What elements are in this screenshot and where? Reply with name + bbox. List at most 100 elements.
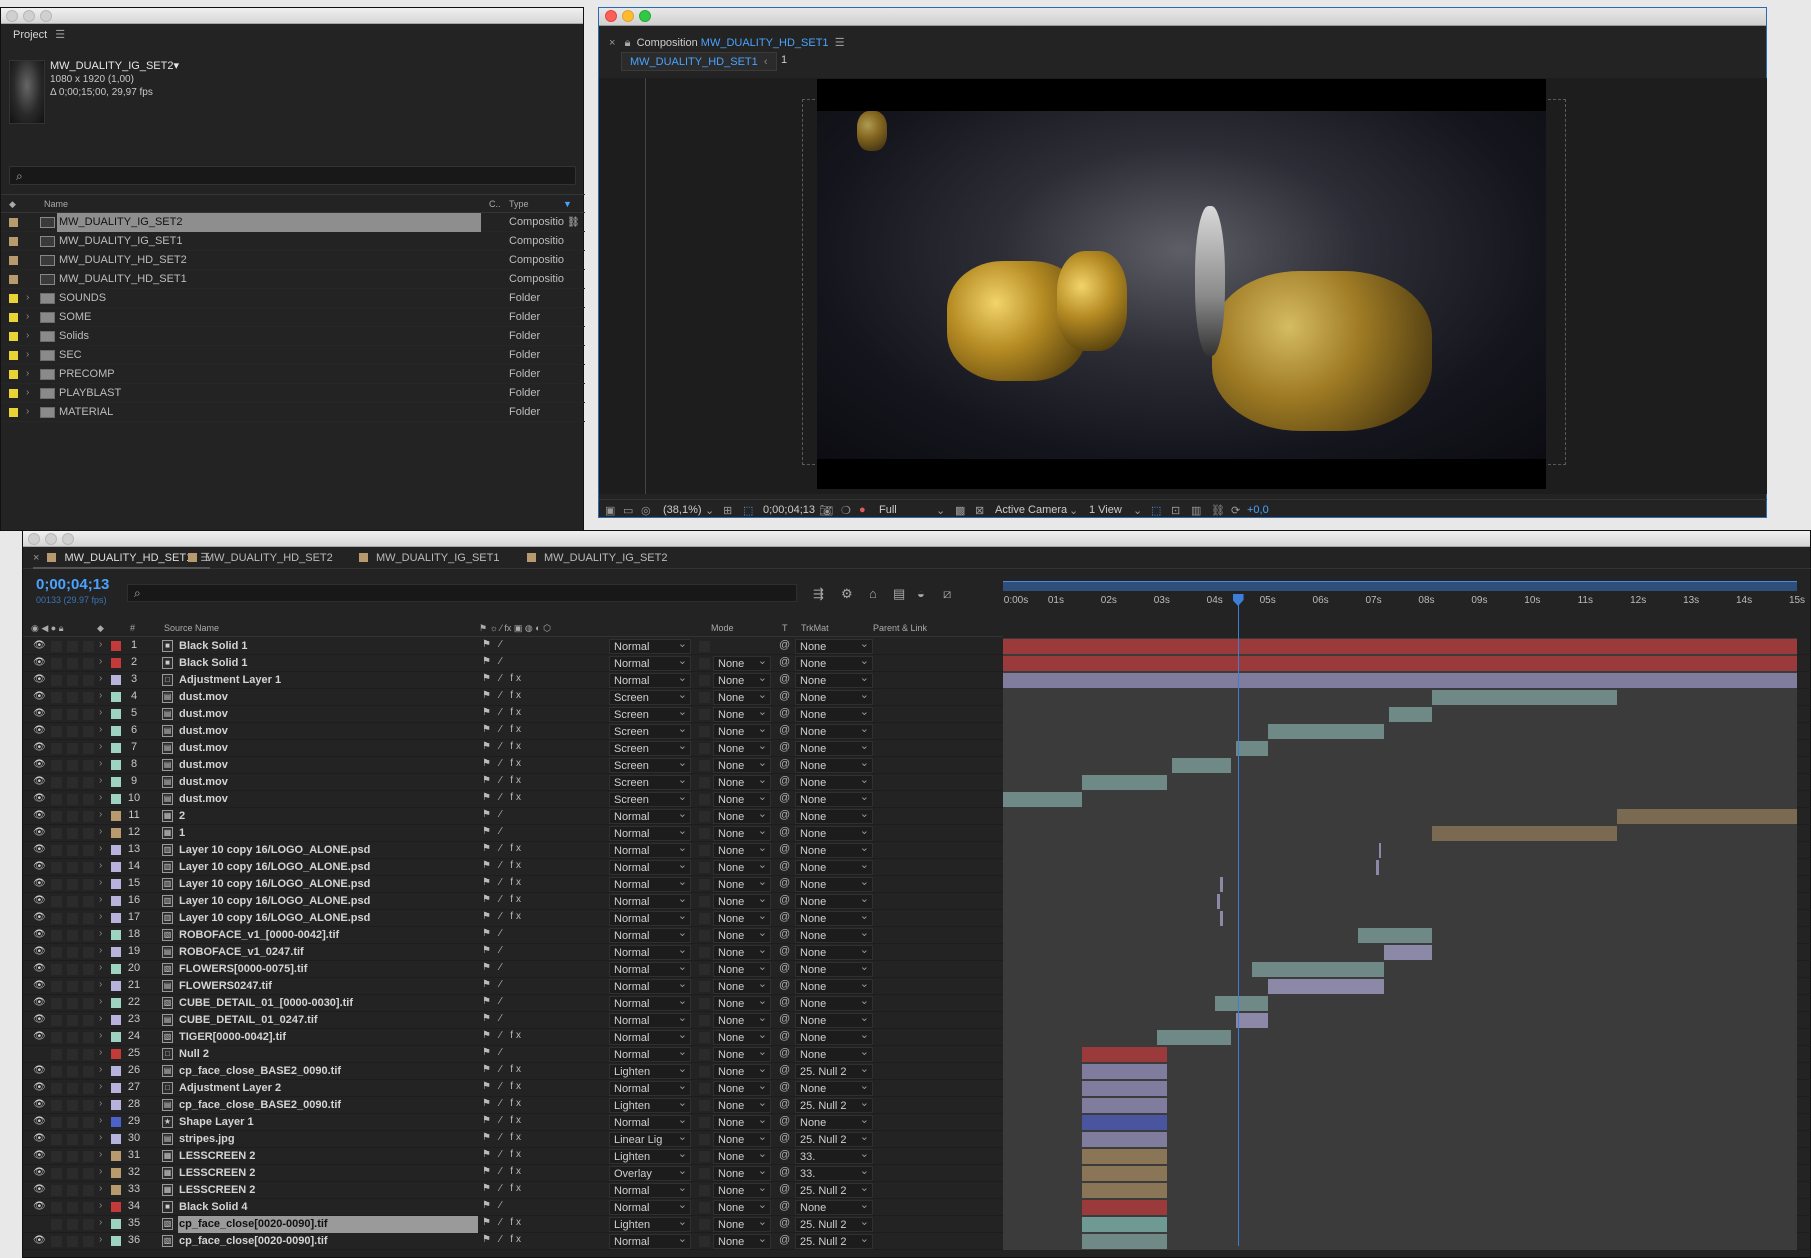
layer-source-name[interactable]: cp_face_close_BASE2_0090.tif: [178, 1097, 478, 1114]
blend-mode-dropdown[interactable]: Normal: [609, 1200, 691, 1215]
layer-switches[interactable]: ⚑ ⁄ fx: [482, 911, 524, 922]
expand-chevron-icon[interactable]: ›: [99, 877, 102, 888]
zoom-window-button[interactable]: [62, 533, 74, 545]
lock-toggle[interactable]: [83, 947, 94, 958]
solo-toggle[interactable]: [67, 1117, 78, 1128]
pick-whip-icon[interactable]: @: [779, 1234, 790, 1246]
expand-chevron-icon[interactable]: ›: [99, 945, 102, 956]
blend-mode-dropdown[interactable]: Normal: [609, 1183, 691, 1198]
blend-mode-dropdown[interactable]: Normal: [609, 860, 691, 875]
expand-chevron-icon[interactable]: ›: [26, 387, 29, 398]
label-color-swatch[interactable]: [9, 256, 18, 265]
parent-dropdown[interactable]: 33. LESSCREE: [795, 1149, 873, 1164]
preserve-transparency-toggle[interactable]: [699, 1100, 710, 1111]
track-matte-dropdown[interactable]: None: [713, 945, 771, 960]
lock-toggle[interactable]: [83, 1219, 94, 1230]
visibility-eye-icon[interactable]: 👁︎: [33, 640, 46, 651]
layer-source-name[interactable]: Black Solid 1: [178, 655, 478, 672]
visibility-eye-icon[interactable]: 👁︎: [33, 878, 46, 889]
layer-track[interactable]: [1003, 1029, 1797, 1046]
lock-toggle[interactable]: [83, 828, 94, 839]
layer-duration-bar[interactable]: [1003, 673, 1797, 688]
layer-duration-bar[interactable]: [1172, 758, 1231, 773]
layer-switches[interactable]: ⚑ ⁄ fx: [482, 1030, 524, 1041]
label-color-swatch[interactable]: [9, 237, 18, 246]
layer-row[interactable]: 👁︎ › 17 ▥ Layer 10 copy 16/LOGO_ALONE.psd ⚑ ⁄…: [23, 910, 1811, 927]
layer-switches[interactable]: ⚑ ⁄ fx: [482, 690, 524, 701]
layer-row[interactable]: 👁︎ › 12 ▦ 1 ⚑ ⁄ Normal None @ None: [23, 825, 1811, 842]
expand-chevron-icon[interactable]: ›: [99, 1013, 102, 1024]
zoom-window-button[interactable]: [40, 10, 52, 22]
layer-track[interactable]: [1003, 978, 1797, 995]
layer-switches[interactable]: ⚑ ⁄: [482, 656, 504, 667]
minimize-window-button[interactable]: [23, 10, 35, 22]
solo-toggle[interactable]: [67, 981, 78, 992]
blend-mode-dropdown[interactable]: Overlay: [609, 1166, 691, 1181]
track-matte-dropdown[interactable]: None: [713, 843, 771, 858]
layer-source-name[interactable]: cp_face_close[0020-0090].tif: [178, 1233, 478, 1250]
pick-whip-icon[interactable]: @: [779, 639, 790, 651]
layer-track[interactable]: [1003, 1063, 1797, 1080]
preserve-transparency-toggle[interactable]: [699, 811, 710, 822]
preserve-transparency-toggle[interactable]: [699, 1185, 710, 1196]
blend-mode-dropdown[interactable]: Normal: [609, 979, 691, 994]
audio-toggle[interactable]: [51, 777, 62, 788]
pick-whip-icon[interactable]: @: [779, 707, 790, 719]
preserve-transparency-toggle[interactable]: [699, 1236, 710, 1247]
layer-switches[interactable]: ⚑ ⁄ fx: [482, 843, 524, 854]
visibility-eye-icon[interactable]: 👁︎: [33, 1082, 46, 1093]
selected-item-name[interactable]: MW_DUALITY_IG_SET2▾: [50, 60, 179, 73]
parent-dropdown[interactable]: 33. LESSCREE: [795, 1166, 873, 1181]
lock-toggle[interactable]: [83, 1083, 94, 1094]
pick-whip-icon[interactable]: @: [779, 690, 790, 702]
project-item-name[interactable]: MW_DUALITY_IG_SET1: [57, 232, 481, 251]
track-matte-dropdown[interactable]: None: [713, 1149, 771, 1164]
pick-whip-icon[interactable]: @: [779, 1047, 790, 1059]
parent-dropdown[interactable]: None: [795, 911, 873, 926]
preserve-transparency-toggle[interactable]: [699, 896, 710, 907]
blend-mode-dropdown[interactable]: Normal: [609, 962, 691, 977]
solo-toggle[interactable]: [67, 811, 78, 822]
layer-row[interactable]: 👁︎ › 23 ▤ CUBE_DETAIL_01_0247.tif ⚑ ⁄ Normal N…: [23, 1012, 1811, 1029]
track-matte-dropdown[interactable]: None: [713, 1183, 771, 1198]
layer-source-name[interactable]: ROBOFACE_v1_[0000-0042].tif: [178, 927, 478, 944]
label-color-swatch[interactable]: [9, 313, 18, 322]
track-matte-dropdown[interactable]: None: [713, 979, 771, 994]
visibility-eye-icon[interactable]: 👁︎: [33, 793, 46, 804]
expand-chevron-icon[interactable]: ›: [99, 826, 102, 837]
parent-dropdown[interactable]: None: [795, 962, 873, 977]
visibility-eye-icon[interactable]: 👁︎: [33, 861, 46, 872]
expand-chevron-icon[interactable]: ›: [99, 1081, 102, 1092]
layer-switches[interactable]: ⚑ ⁄: [482, 826, 504, 837]
track-matte-dropdown[interactable]: None: [713, 1098, 771, 1113]
number-column-header[interactable]: #: [130, 623, 135, 633]
preserve-transparency-toggle[interactable]: [699, 1219, 710, 1230]
solo-toggle[interactable]: [67, 964, 78, 975]
audio-toggle[interactable]: [51, 760, 62, 771]
layer-source-name[interactable]: LESSCREEN 2: [178, 1182, 478, 1199]
audio-toggle[interactable]: [51, 794, 62, 805]
blend-mode-dropdown[interactable]: Lighten: [609, 1064, 691, 1079]
layer-switches[interactable]: ⚑ ⁄ fx: [482, 673, 524, 684]
project-item[interactable]: MW_DUALITY_IG_SET2 Compositio ⛓︎: [1, 213, 585, 232]
preserve-transparency-toggle[interactable]: [699, 743, 710, 754]
visibility-eye-icon[interactable]: 👁︎: [33, 759, 46, 770]
layer-duration-bar[interactable]: [1082, 1166, 1168, 1181]
layer-source-name[interactable]: dust.mov: [178, 740, 478, 757]
layer-source-name[interactable]: LESSCREEN 2: [178, 1165, 478, 1182]
track-matte-dropdown[interactable]: None: [713, 1064, 771, 1079]
layer-switches[interactable]: ⚑ ⁄ fx: [482, 1132, 524, 1143]
audio-toggle[interactable]: [51, 811, 62, 822]
project-item[interactable]: › PRECOMP Folder: [1, 365, 585, 384]
layer-source-name[interactable]: dust.mov: [178, 774, 478, 791]
audio-toggle[interactable]: [51, 1219, 62, 1230]
layer-duration-bar[interactable]: [1156, 1030, 1231, 1045]
parent-dropdown[interactable]: None: [795, 928, 873, 943]
layer-duration-bar[interactable]: [1235, 741, 1268, 756]
lock-toggle[interactable]: [83, 811, 94, 822]
pick-whip-icon[interactable]: @: [779, 1217, 790, 1229]
layer-row[interactable]: 👁︎ › 8 ▤ dust.mov ⚑ ⁄ fx Screen None @ None: [23, 757, 1811, 774]
lock-toggle[interactable]: [83, 862, 94, 873]
solo-toggle[interactable]: [67, 777, 78, 788]
parent-dropdown[interactable]: None: [795, 707, 873, 722]
